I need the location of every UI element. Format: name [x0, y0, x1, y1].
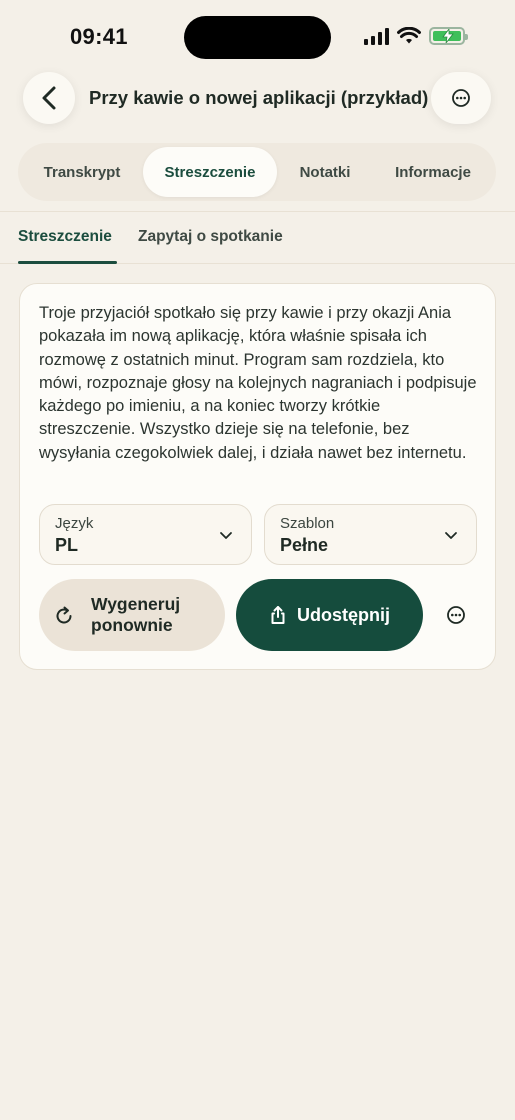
- subtab-streszczenie[interactable]: Streszczenie: [18, 228, 112, 246]
- status-icons: [364, 27, 468, 45]
- chevron-left-icon: [42, 86, 56, 110]
- card-more-button[interactable]: [440, 599, 472, 631]
- tab-informacje[interactable]: Informacje: [378, 147, 488, 197]
- share-icon: [271, 606, 285, 624]
- active-tab-indicator: [18, 261, 117, 264]
- wifi-icon: [397, 27, 421, 44]
- chevron-down-icon: [445, 532, 457, 539]
- summary-card: Troje przyjaciół spotkało się przy kawie…: [19, 283, 496, 670]
- battery-charging-icon: [429, 27, 468, 45]
- template-value: Pełne: [280, 535, 329, 555]
- status-time: 09:41: [70, 24, 128, 49]
- language-value: PL: [55, 535, 79, 555]
- tab-notatki[interactable]: Notatki: [280, 147, 370, 197]
- template-label: Szablon: [280, 515, 335, 532]
- more-options-button[interactable]: [431, 72, 491, 124]
- more-horizontal-circle-icon: [447, 606, 465, 624]
- status-bar: 09:41: [0, 0, 515, 76]
- sub-tabs: Streszczenie Zapytaj o spotkanie: [0, 211, 515, 264]
- regenerate-button[interactable]: Wygeneruj ponownie: [39, 579, 225, 651]
- language-select[interactable]: Język PL: [39, 504, 252, 565]
- dynamic-island: [184, 16, 331, 59]
- share-label: Udostępnij: [297, 604, 390, 625]
- main-tabs: Transkrypt Streszczenie Notatki Informac…: [18, 143, 496, 201]
- summary-text: Troje przyjaciół spotkało się przy kawie…: [39, 304, 477, 462]
- back-button[interactable]: [23, 72, 75, 124]
- refresh-icon: [56, 606, 72, 624]
- template-select[interactable]: Szablon Pełne: [264, 504, 477, 565]
- signal-icon: [364, 27, 389, 45]
- more-horizontal-circle-icon: [452, 89, 470, 107]
- share-button[interactable]: Udostępnij: [236, 579, 423, 651]
- tab-streszczenie[interactable]: Streszczenie: [143, 147, 277, 197]
- subtab-zapytaj[interactable]: Zapytaj o spotkanie: [138, 228, 283, 246]
- page-title: Przy kawie o nowej aplikacji (przykład): [89, 87, 429, 108]
- tab-transkrypt[interactable]: Transkrypt: [22, 147, 142, 197]
- chevron-down-icon: [220, 532, 232, 539]
- regenerate-label: Wygeneruj ponownie: [91, 594, 181, 635]
- language-label: Język: [55, 515, 94, 532]
